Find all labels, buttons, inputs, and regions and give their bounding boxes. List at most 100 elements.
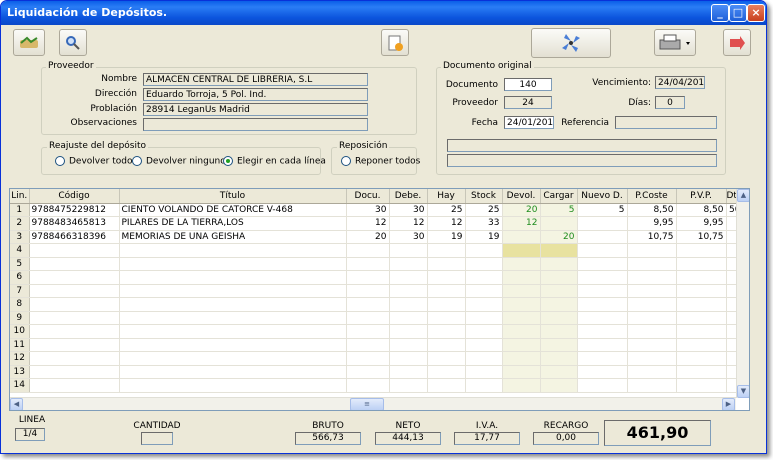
table-cell[interactable] [502,365,541,379]
print-button[interactable] [654,29,696,56]
table-cell[interactable] [427,311,466,325]
table-cell[interactable] [29,311,120,325]
radio-reponer-todos[interactable]: Reponer todos [341,156,420,167]
table-cell[interactable] [502,230,541,244]
table-cell[interactable] [502,297,541,312]
column-header[interactable]: Debe. [389,189,428,204]
poblacion-field[interactable]: 28914 LeganUs Madrid [143,103,368,116]
table-cell[interactable] [676,338,727,352]
table-cell[interactable] [465,257,503,271]
table-cell[interactable] [29,365,120,379]
table-cell[interactable] [389,324,428,339]
table-cell[interactable] [29,284,120,298]
table-cell[interactable] [119,351,347,366]
table-cell[interactable] [389,270,428,285]
table-row[interactable]: 3 9788466318396 MEMORIAS DE UNA GEISHA 20 30… [10,230,744,244]
table-cell[interactable] [29,270,120,285]
table-cell[interactable]: 20 [346,230,390,244]
column-header[interactable]: P.V.P. [676,189,727,204]
table-row[interactable]: 8 [10,297,744,312]
table-cell[interactable]: 30 [389,203,428,217]
documento-extra-field-1[interactable] [447,139,717,152]
table-cell[interactable]: 4 [10,243,30,258]
table-cell[interactable] [465,311,503,325]
table-cell[interactable] [540,324,578,339]
table-cell[interactable]: 20 [502,203,541,217]
scroll-up-button[interactable]: ▲ [737,189,749,202]
close-button[interactable]: × [747,4,765,22]
table-cell[interactable] [389,284,428,298]
table-cell[interactable]: 14 [10,378,30,393]
table-cell[interactable]: 12 [10,351,30,366]
table-cell[interactable] [465,365,503,379]
minimize-button[interactable]: _ [711,4,729,22]
table-cell[interactable] [427,351,466,366]
column-header[interactable]: Hay [427,189,466,204]
table-cell[interactable] [540,257,578,271]
table-cell[interactable] [427,284,466,298]
table-cell[interactable] [540,270,578,285]
table-cell[interactable] [676,284,727,298]
table-cell[interactable] [427,338,466,352]
table-cell[interactable]: 19 [465,230,503,244]
table-cell[interactable] [29,378,120,393]
table-cell[interactable]: 9,95 [676,216,727,231]
scroll-left-button[interactable]: ◀ [10,398,23,410]
table-cell[interactable]: 5 [577,203,628,217]
table-cell[interactable]: 33 [465,216,503,231]
table-row[interactable]: 6 [10,270,744,285]
table-cell[interactable]: 6 [10,270,30,285]
table-cell[interactable] [540,243,578,258]
table-cell[interactable]: 30 [346,203,390,217]
table-cell[interactable] [676,365,727,379]
table-cell[interactable] [627,365,677,379]
table-row[interactable]: 7 [10,284,744,298]
table-cell[interactable] [577,297,628,312]
table-cell[interactable]: 10,75 [627,230,677,244]
table-row[interactable]: 10 [10,324,744,339]
column-header[interactable]: Devol. [502,189,541,204]
table-cell[interactable]: 12 [502,216,541,231]
table-cell[interactable] [502,338,541,352]
table-cell[interactable] [577,324,628,339]
column-header[interactable]: Docu. [346,189,390,204]
table-cell[interactable] [29,243,120,258]
scroll-right-button[interactable]: ▶ [722,398,735,410]
table-cell[interactable] [627,378,677,393]
table-cell[interactable] [577,243,628,258]
table-cell[interactable] [540,351,578,366]
table-cell[interactable] [346,338,390,352]
table-cell[interactable] [346,270,390,285]
table-cell[interactable] [29,351,120,366]
nombre-field[interactable]: ALMACEN CENTRAL DE LIBRERIA, S.L [143,73,368,86]
horizontal-scroll-thumb[interactable]: ≡ [350,398,384,410]
table-cell[interactable] [119,284,347,298]
radio-devolver-ninguno[interactable]: Devolver ninguno [132,156,226,167]
table-cell[interactable]: MEMORIAS DE UNA GEISHA [119,230,347,244]
table-cell[interactable] [119,270,347,285]
table-cell[interactable] [502,378,541,393]
table-cell[interactable] [346,297,390,312]
table-cell[interactable] [29,338,120,352]
table-cell[interactable] [465,351,503,366]
table-cell[interactable] [577,284,628,298]
table-cell[interactable] [119,378,347,393]
table-cell[interactable] [577,270,628,285]
table-cell[interactable] [676,257,727,271]
table-cell[interactable] [465,243,503,258]
table-cell[interactable]: PILARES DE LA TIERRA,LOS [119,216,347,231]
table-cell[interactable] [346,257,390,271]
table-cell[interactable] [389,351,428,366]
table-cell[interactable]: 30 [389,230,428,244]
table-cell[interactable] [676,311,727,325]
table-cell[interactable]: 9 [10,311,30,325]
table-cell[interactable]: 9788475229812 [29,203,120,217]
table-cell[interactable] [119,338,347,352]
table-cell[interactable] [502,311,541,325]
table-cell[interactable]: 9788483465813 [29,216,120,231]
horizontal-scrollbar[interactable]: ◀ ≡ ▶ [10,397,736,410]
table-cell[interactable]: 8,50 [676,203,727,217]
table-cell[interactable]: 3 [10,230,30,244]
table-cell[interactable]: 2 [10,216,30,231]
table-cell[interactable] [389,338,428,352]
